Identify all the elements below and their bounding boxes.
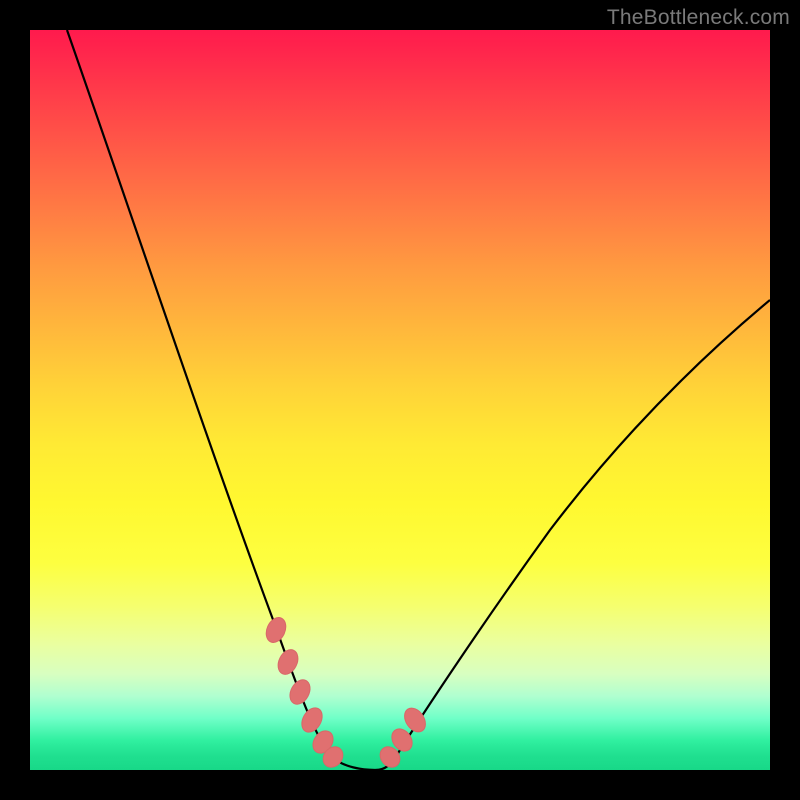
curve-svg	[30, 30, 770, 770]
chart-frame: TheBottleneck.com	[0, 0, 800, 800]
highlight-dots	[262, 614, 429, 770]
plot-area	[30, 30, 770, 770]
bottleneck-curve	[67, 30, 770, 770]
watermark-text: TheBottleneck.com	[607, 6, 790, 30]
